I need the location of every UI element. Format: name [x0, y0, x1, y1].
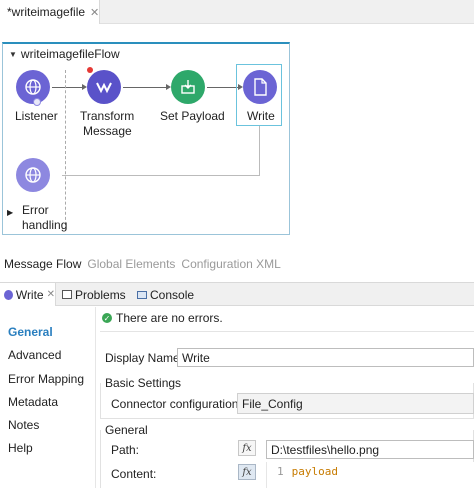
check-circle-icon: ✓: [102, 313, 112, 323]
nav-metadata[interactable]: Metadata: [8, 395, 58, 409]
editor-tab-bar: *writeimagefile ✕: [0, 0, 474, 24]
close-icon[interactable]: ✕: [90, 6, 99, 19]
error-handling-label-line2: handling: [22, 218, 68, 232]
set-payload-node[interactable]: [171, 70, 205, 104]
tab-console-label: Console: [150, 287, 195, 302]
error-handling-node[interactable]: [16, 158, 50, 192]
validation-status: ✓ There are no errors.: [102, 311, 223, 325]
tab-console[interactable]: Console: [137, 283, 194, 306]
flow-title-label: writeimagefileFlow: [20, 47, 120, 61]
display-name-label: Display Name:: [105, 351, 184, 365]
connector-line: [207, 87, 238, 88]
console-icon: [137, 290, 147, 299]
properties-side-nav: General Advanced Error Mapping Metadata …: [0, 307, 96, 488]
nav-error-mapping[interactable]: Error Mapping: [8, 372, 84, 386]
tab-global-elements[interactable]: Global Elements: [87, 257, 175, 271]
editor-tab-writeimagefile[interactable]: *writeimagefile ✕: [0, 0, 100, 24]
tab-message-flow[interactable]: Message Flow: [4, 257, 81, 271]
nav-general[interactable]: General: [8, 325, 53, 339]
message-flow-tabs: Message Flow Global Elements Configurati…: [4, 257, 281, 271]
chevron-down-icon[interactable]: ▼: [9, 50, 17, 59]
transform-label-line1: Transform: [80, 109, 135, 123]
status-text: There are no errors.: [116, 311, 223, 325]
transform-message-node[interactable]: [87, 70, 121, 104]
flow-title[interactable]: ▼ writeimagefileFlow: [9, 47, 120, 61]
path-label: Path:: [111, 443, 140, 457]
write-label: Write: [247, 109, 275, 123]
divider: [100, 331, 474, 332]
tab-problems[interactable]: Problems: [62, 283, 126, 306]
path-input[interactable]: [266, 440, 474, 459]
connector-config-select[interactable]: File_Config: [237, 393, 474, 414]
set-payload-icon: [181, 80, 195, 94]
write-node[interactable]: [243, 70, 277, 104]
transform-icon: [96, 82, 112, 94]
nav-advanced[interactable]: Advanced: [8, 348, 61, 362]
globe-icon: [25, 79, 41, 95]
code-line: 1 payload: [277, 465, 338, 478]
tab-configuration-xml[interactable]: Configuration XML: [181, 257, 280, 271]
tab-write[interactable]: Write ✕: [0, 283, 56, 306]
nav-help[interactable]: Help: [8, 441, 33, 455]
close-icon[interactable]: ✕: [47, 289, 55, 300]
fx-toggle-button[interactable]: fx: [238, 440, 256, 456]
error-indicator-icon: [87, 67, 93, 73]
content-label: Content:: [111, 467, 157, 481]
line-number: 1: [277, 465, 284, 478]
nav-notes[interactable]: Notes: [8, 418, 39, 432]
connector-line: [52, 87, 82, 88]
set-payload-label: Set Payload: [160, 109, 225, 123]
tab-problems-label: Problems: [75, 287, 126, 302]
file-icon: [254, 78, 267, 96]
fx-toggle-button-active[interactable]: fx: [238, 464, 256, 480]
chevron-right-icon[interactable]: ▶: [7, 208, 13, 217]
tab-write-label: Write: [15, 287, 44, 302]
properties-tab-bar: Write ✕ Problems Console: [0, 282, 474, 306]
connector-config-label: Connector configuration:: [111, 397, 242, 411]
connector-line: [123, 87, 166, 88]
write-tab-icon: [4, 289, 13, 300]
transform-label-line2: Message: [83, 124, 132, 138]
editor-tab-label: *writeimagefile: [7, 5, 86, 19]
listener-label: Listener: [15, 109, 58, 123]
problems-icon: [62, 290, 72, 299]
error-handling-label-line1: Error: [22, 203, 49, 217]
code-text: payload: [291, 465, 338, 478]
content-expression-editor[interactable]: 1 payload: [266, 462, 474, 488]
display-name-input[interactable]: [177, 348, 474, 367]
globe-icon: [25, 167, 41, 183]
source-badge-icon: [33, 98, 41, 106]
